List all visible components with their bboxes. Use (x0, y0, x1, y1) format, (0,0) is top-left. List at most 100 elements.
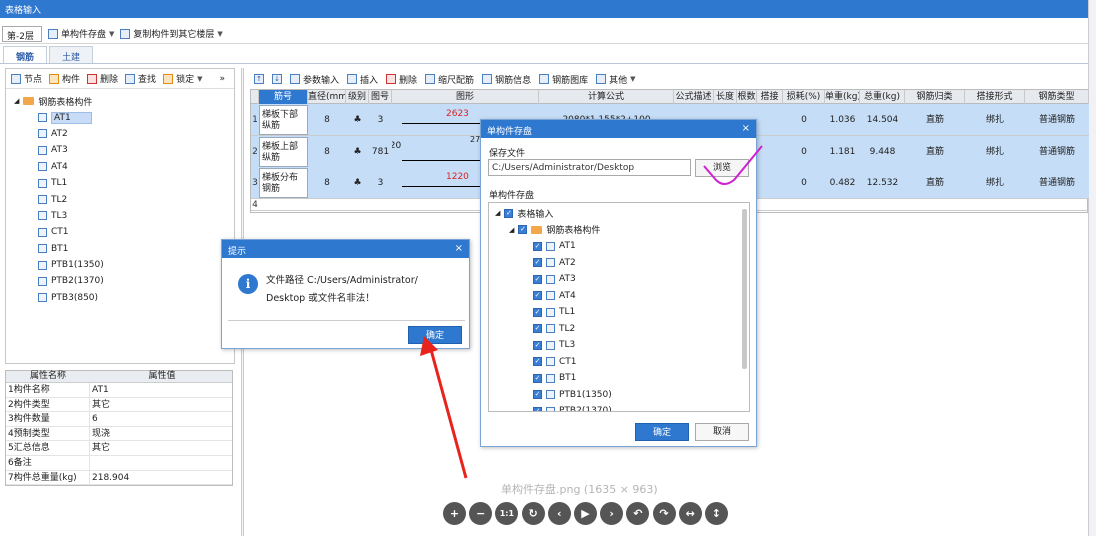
tree-item[interactable]: PTB1(1350) (6, 257, 234, 273)
grid-column-header[interactable]: 公式描述 (674, 90, 714, 104)
grid-cell-loss[interactable]: 0 (783, 104, 825, 136)
checkbox-checked-icon[interactable]: ✓ (533, 390, 542, 400)
checkbox-checked-icon[interactable]: ✓ (504, 208, 514, 218)
checkbox-checked-icon[interactable]: ✓ (533, 357, 542, 367)
grid-cell-total_w[interactable]: 14.504 (860, 104, 905, 136)
grid-cell-unit_w[interactable]: 1.036 (825, 104, 860, 136)
expand-triangle-icon[interactable]: ◢ (509, 226, 514, 234)
grid-column-header[interactable]: 总重(kg) (860, 90, 905, 104)
expand-triangle-icon[interactable]: ◢ (14, 97, 19, 105)
tree-item[interactable]: AT4 (6, 159, 234, 175)
expand-triangle-icon[interactable]: ◢ (495, 209, 500, 217)
save-tree-item[interactable]: ✓ AT1 (489, 238, 749, 255)
close-icon[interactable]: × (455, 243, 463, 254)
save-tree-item[interactable]: ✓ CT1 (489, 354, 749, 371)
more-button[interactable]: » (219, 74, 225, 84)
checkbox-checked-icon[interactable]: ✓ (533, 406, 542, 411)
tree-item[interactable]: AT1 (6, 109, 234, 125)
property-value[interactable] (90, 456, 234, 470)
property-row[interactable]: 7构件总重量(kg) 218.904 (6, 470, 232, 486)
grid-cell-type[interactable]: 普通钢筋 (1025, 136, 1089, 168)
insert-button[interactable]: 插入 (347, 73, 378, 86)
tree-item[interactable]: AT3 (6, 142, 234, 158)
checkbox-checked-icon[interactable]: ✓ (533, 324, 542, 334)
browse-button[interactable]: 浏览 (695, 159, 749, 177)
node-button[interactable]: 节点 (11, 72, 42, 85)
param-input-button[interactable]: 参数输入 (290, 73, 339, 86)
grid-cell-name[interactable]: 梯板上部纵筋 (259, 136, 308, 167)
other-button[interactable]: 其他 ▼ (596, 73, 636, 86)
actual-size-button[interactable]: 1:1 (495, 502, 519, 525)
close-icon[interactable]: × (742, 123, 750, 134)
save-tree-root[interactable]: ◢ ✓ 表格输入 (489, 205, 749, 222)
refresh-button[interactable]: ↻ (521, 502, 545, 525)
grid-column-header[interactable]: 长度 (714, 90, 737, 104)
grid-cell-fig[interactable]: 3 (369, 104, 392, 136)
save-tree-folder[interactable]: ◢ ✓ 钢筋表格构件 (489, 222, 749, 239)
grid-cell-fig[interactable]: 3 (369, 167, 392, 199)
tree-item[interactable]: TL1 (6, 175, 234, 191)
checkbox-checked-icon[interactable]: ✓ (533, 307, 542, 317)
grid-column-header[interactable]: 根数 (737, 90, 757, 104)
tree-item[interactable]: CT1 (6, 224, 234, 240)
checkbox-checked-icon[interactable]: ✓ (533, 258, 542, 268)
save-tree-item[interactable]: ✓ PTB2(1370) (489, 403, 749, 411)
grid-column-header[interactable]: 钢筋归类 (905, 90, 965, 104)
grid-column-header[interactable]: 单重(kg) (825, 90, 860, 104)
tab-civil[interactable]: 土建 (49, 46, 93, 63)
zoom-out-button[interactable]: − (469, 502, 493, 525)
grid-cell-total_w[interactable]: 12.532 (860, 167, 905, 199)
tree-item[interactable]: AT2 (6, 126, 234, 142)
rebar-info-button[interactable]: 钢筋信息 (482, 73, 531, 86)
save-tree-item[interactable]: ✓ PTB1(1350) (489, 387, 749, 404)
zoom-in-button[interactable]: + (443, 502, 466, 525)
grid-cell-name[interactable]: 梯板下部纵筋 (259, 105, 308, 135)
save-tree-item[interactable]: ✓ TL3 (489, 337, 749, 354)
floor-select[interactable]: 第-2层 (2, 25, 42, 42)
rebar-library-button[interactable]: 钢筋图库 (539, 73, 588, 86)
save-tree-item[interactable]: ✓ TL1 (489, 304, 749, 321)
find-button[interactable]: 查找 (125, 72, 156, 85)
flip-vertical-button[interactable]: ↕ (704, 502, 728, 525)
grid-column-header[interactable]: 损耗(%) (783, 90, 825, 104)
grid-cell-name[interactable]: 梯板分布钢筋 (259, 168, 308, 198)
property-row[interactable]: 6备注 (6, 455, 234, 471)
save-tree-item[interactable]: ✓ AT3 (489, 271, 749, 288)
checkbox-checked-icon[interactable]: ✓ (533, 373, 542, 383)
grid-cell-loss[interactable]: 0 (783, 167, 825, 199)
grid-column-header[interactable]: 图形 (392, 90, 539, 104)
rotate-left-button[interactable]: ↶ (626, 502, 650, 525)
property-row[interactable]: 5汇总信息 其它 (6, 441, 232, 456)
grid-column-header[interactable]: 直径(mm) (308, 90, 346, 104)
save-tree-item[interactable]: ✓ TL2 (489, 321, 749, 338)
property-row[interactable]: 1构件名称 AT1 (6, 383, 232, 398)
grid-cell-fig[interactable]: 781 (369, 136, 392, 168)
copy-to-floor-button[interactable]: 复制构件到其它楼层 ▼ (120, 27, 223, 40)
property-value[interactable]: AT1 (90, 383, 234, 397)
grid-cell-unit_w[interactable]: 0.482 (825, 167, 860, 199)
component-button[interactable]: 构件 (49, 72, 80, 85)
tree-item[interactable]: PTB2(1370) (6, 273, 234, 289)
grid-cell-grade[interactable]: ♣ (346, 104, 369, 136)
checkbox-checked-icon[interactable]: ✓ (518, 225, 528, 235)
grid-cell-type[interactable]: 普通钢筋 (1025, 104, 1089, 136)
grid-cell-cls[interactable]: 直筋 (905, 136, 965, 168)
grid-cell-lap[interactable]: 绑扎 (965, 167, 1025, 199)
grid-cell-grade[interactable]: ♣ (346, 167, 369, 199)
move-down-icon[interactable]: ↓ (272, 74, 282, 84)
grid-cell-lap[interactable]: 绑扎 (965, 136, 1025, 168)
tree-item[interactable]: BT1 (6, 241, 234, 257)
flip-horizontal-button[interactable]: ↔ (678, 502, 702, 525)
delete-button[interactable]: 删除 (87, 72, 118, 85)
property-row[interactable]: 2构件类型 其它 (6, 397, 232, 413)
grid-cell-unit_w[interactable]: 1.181 (825, 136, 860, 168)
grid-delete-button[interactable]: 删除 (386, 73, 417, 86)
grid-cell-loss[interactable]: 0 (783, 136, 825, 168)
tip-ok-button[interactable]: 确定 (408, 326, 462, 344)
save-single-button[interactable]: 单构件存盘 ▼ (48, 27, 114, 40)
tree-item[interactable]: PTB3(850) (6, 290, 234, 306)
rotate-right-button[interactable]: ↷ (652, 502, 676, 525)
grid-column-header[interactable]: 筋号 (259, 90, 308, 104)
grid-column-header[interactable]: 级别 (346, 90, 369, 104)
tree-root[interactable]: ◢ 钢筋表格构件 (6, 93, 234, 109)
